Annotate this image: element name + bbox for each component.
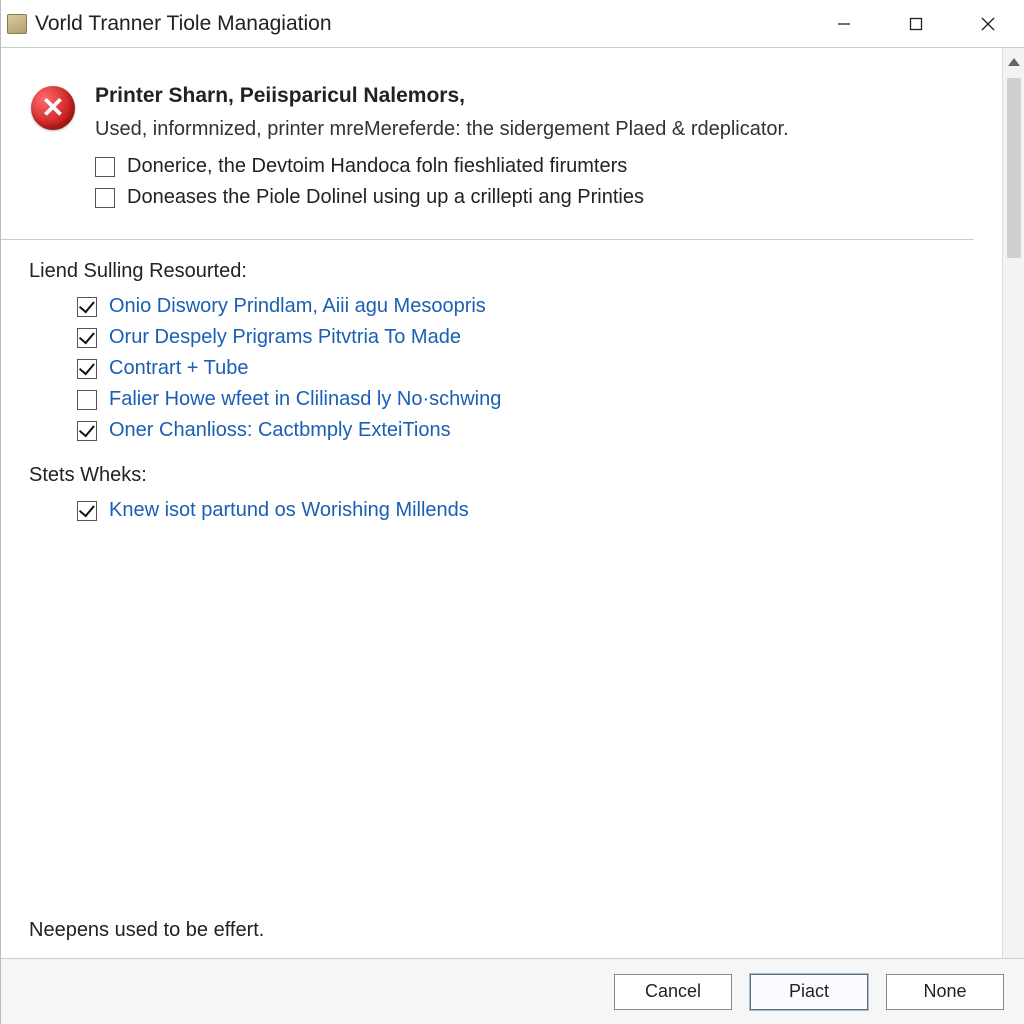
scrollbar-thumb[interactable] [1007, 78, 1021, 258]
close-icon [981, 17, 995, 31]
section-stets-list: Knew isot partund os Worishing Millends [77, 499, 974, 522]
section-label-stets: Stets Wheks: [29, 464, 974, 487]
checkbox-label[interactable]: Orur Despely Prigrams Pitvtria To Made [109, 326, 461, 349]
header-option[interactable]: Donerice, the Devtoim Handoca foln fiesh… [95, 155, 974, 178]
header-title: Printer Sharn, Peiisparicul Nalemors, [95, 84, 974, 108]
cancel-button[interactable]: Cancel [614, 974, 732, 1010]
checkbox-label[interactable]: Onio Diswory Prindlam, Aiii agu Mesoopri… [109, 295, 486, 318]
resource-option[interactable]: Contrart + Tube [77, 357, 974, 380]
resource-option[interactable]: Orur Despely Prigrams Pitvtria To Made [77, 326, 974, 349]
checkbox-label[interactable]: Doneases the Piole Dolinel using up a cr… [127, 186, 644, 209]
header-row: ✕ Printer Sharn, Peiisparicul Nalemors, … [29, 84, 974, 217]
titlebar: Vorld Tranner Tiole Managiation [1, 0, 1024, 48]
body-area: ✕ Printer Sharn, Peiisparicul Nalemors, … [1, 48, 1024, 958]
resource-option[interactable]: Falier Howe wfeet in Clilinasd ly No·sch… [77, 388, 974, 411]
header-description: Used, informnized, printer mreMereferde:… [95, 118, 974, 141]
checkbox-icon[interactable] [77, 501, 97, 521]
checkbox-icon[interactable] [77, 359, 97, 379]
error-icon: ✕ [31, 86, 75, 130]
content-pane: ✕ Printer Sharn, Peiisparicul Nalemors, … [1, 48, 1002, 958]
checkbox-label[interactable]: Falier Howe wfeet in Clilinasd ly No·sch… [109, 388, 501, 411]
checkbox-label[interactable]: Oner Chanlioss: Cactbmply ExteiTions [109, 419, 451, 442]
maximize-icon [909, 17, 923, 31]
checkbox-icon[interactable] [95, 157, 115, 177]
maximize-button[interactable] [880, 0, 952, 48]
scroll-up-icon[interactable] [1008, 58, 1020, 66]
checkbox-label[interactable]: Contrart + Tube [109, 357, 249, 380]
footer-note: Neepens used to be effert. [29, 919, 264, 942]
none-button[interactable]: None [886, 974, 1004, 1010]
place-button[interactable]: Piact [750, 974, 868, 1010]
resource-option[interactable]: Oner Chanlioss: Cactbmply ExteiTions [77, 419, 974, 442]
checkbox-icon[interactable] [77, 328, 97, 348]
checkbox-label[interactable]: Knew isot partund os Worishing Millends [109, 499, 469, 522]
window-title: Vorld Tranner Tiole Managiation [35, 12, 332, 36]
header-option[interactable]: Doneases the Piole Dolinel using up a cr… [95, 186, 974, 209]
section-label-resources: Liend Sulling Resourted: [29, 260, 974, 283]
checkbox-icon[interactable] [77, 297, 97, 317]
dialog-window: Vorld Tranner Tiole Managiation ✕ Printe… [0, 0, 1024, 1024]
minimize-icon [837, 17, 851, 31]
checkbox-icon[interactable] [77, 390, 97, 410]
separator [1, 239, 974, 240]
minimize-button[interactable] [808, 0, 880, 48]
checkbox-icon[interactable] [95, 188, 115, 208]
stets-option[interactable]: Knew isot partund os Worishing Millends [77, 499, 974, 522]
section-resources-list: Onio Diswory Prindlam, Aiii agu Mesoopri… [77, 295, 974, 442]
app-icon [7, 14, 27, 34]
checkbox-label[interactable]: Donerice, the Devtoim Handoca foln fiesh… [127, 155, 627, 178]
resource-option[interactable]: Onio Diswory Prindlam, Aiii agu Mesoopri… [77, 295, 974, 318]
button-row: Cancel Piact None [1, 958, 1024, 1024]
close-button[interactable] [952, 0, 1024, 48]
checkbox-icon[interactable] [77, 421, 97, 441]
scrollbar[interactable] [1002, 48, 1024, 958]
header-text: Printer Sharn, Peiisparicul Nalemors, Us… [95, 84, 974, 217]
